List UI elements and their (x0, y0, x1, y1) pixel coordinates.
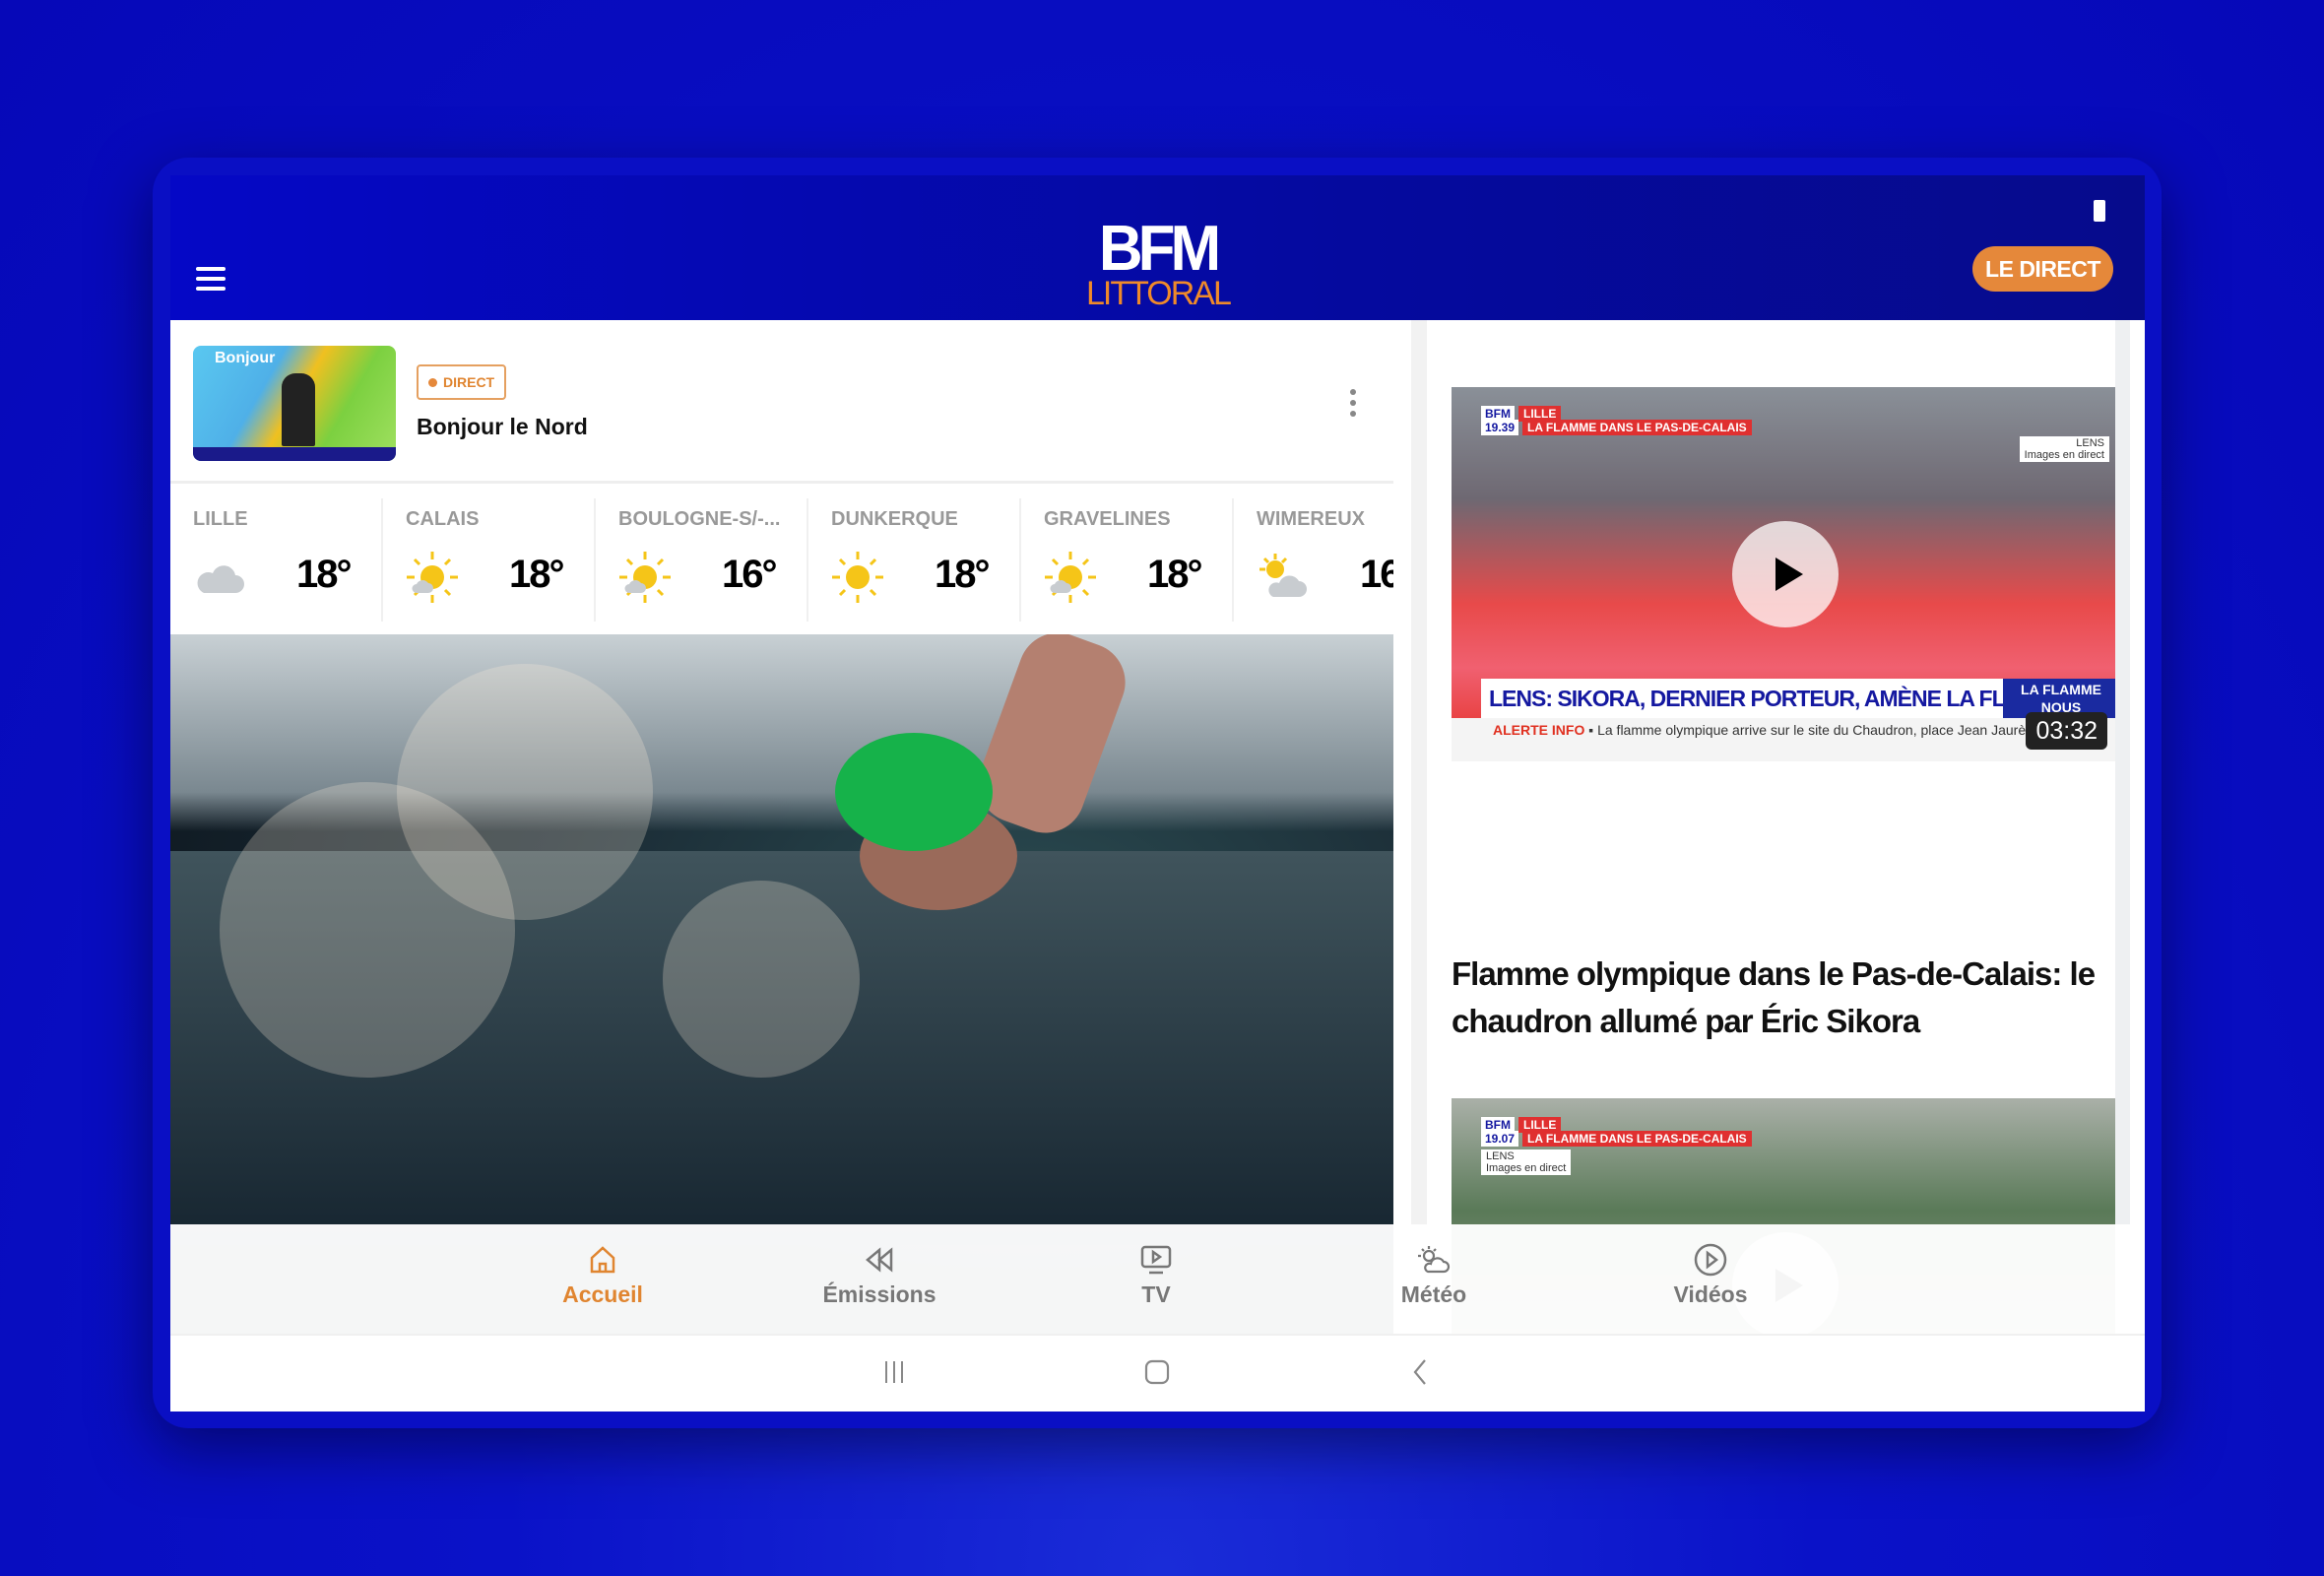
sun-cloud-icon (617, 550, 673, 605)
temperature: 16° (722, 553, 777, 596)
more-options-icon[interactable] (1349, 389, 1357, 417)
weather-city-gravelines[interactable]: GRAVELINES 18° (1021, 498, 1234, 622)
nav-meteo[interactable]: Météo (1365, 1242, 1503, 1308)
direct-badge: DIRECT (417, 364, 507, 400)
nav-videos[interactable]: Vidéos (1642, 1242, 1779, 1308)
play-icon[interactable] (1732, 521, 1839, 627)
live-program-row[interactable]: Bonjour DIRECT Bonjour le Nord (170, 320, 1393, 484)
app-header: BFM LITTORAL LE DIRECT (170, 175, 2145, 320)
weather-city-calais[interactable]: CALAIS 18° (383, 498, 596, 622)
city-name: WIMEREUX (1257, 508, 1365, 530)
rewind-icon (866, 1247, 893, 1273)
tv-play-icon (1140, 1245, 1172, 1275)
sun-icon (830, 550, 885, 605)
city-name: GRAVELINES (1044, 508, 1171, 530)
le-direct-button[interactable]: LE DIRECT (1972, 246, 2113, 292)
cloud-icon (192, 550, 247, 605)
weather-city-boulogne-s-[interactable]: BOULOGNE-S/-... 16° (596, 498, 808, 622)
battery-icon (2094, 200, 2105, 222)
temperature: 18° (935, 553, 990, 596)
temperature: 18° (1147, 553, 1202, 596)
menu-icon[interactable] (196, 267, 226, 291)
app-screen: BFM LITTORAL LE DIRECT Bonjour DIRECT Bo… (170, 175, 2145, 1412)
video-title[interactable]: Flamme olympique dans le Pas-de-Calais: … (1452, 951, 2111, 1045)
temperature: 18° (509, 553, 564, 596)
temperature: 16° (1360, 553, 1393, 596)
system-navigation-bar (170, 1336, 2145, 1412)
weather-strip[interactable]: LILLE 18° CALAIS 18° BOULOGNE-S/-... 16° DUNKE… (170, 487, 1393, 634)
bottom-navigation: Accueil Émissions TV Météo Vidéos (170, 1224, 2145, 1336)
nav-tv[interactable]: TV (1087, 1242, 1225, 1308)
city-name: LILLE (193, 508, 248, 530)
nav-emissions[interactable]: Émissions (810, 1242, 948, 1308)
home-icon (590, 1246, 615, 1274)
sun-cloud-icon (1043, 550, 1098, 605)
temperature: 18° (296, 553, 352, 596)
weather-icon (1418, 1246, 1451, 1274)
city-name: BOULOGNE-S/-... (618, 508, 781, 530)
live-thumbnail[interactable]: Bonjour (193, 346, 396, 461)
weather-city-dunkerque[interactable]: DUNKERQUE 18° (808, 498, 1021, 622)
back-icon[interactable] (1406, 1357, 1436, 1387)
recent-apps-icon[interactable] (879, 1357, 909, 1387)
city-name: DUNKERQUE (831, 508, 958, 530)
video-thumbnail[interactable]: BFM LILLE 19.39 LA FLAMME DANS LE PAS-DE-CA… (1452, 387, 2119, 761)
live-dot-icon (428, 377, 437, 387)
weather-city-wimereux[interactable]: WIMEREUX 16° (1234, 498, 1393, 622)
play-circle-icon (1694, 1243, 1727, 1277)
bfm-littoral-logo[interactable]: BFM LITTORAL (1086, 217, 1232, 311)
video-duration: 03:32 (2026, 712, 2107, 750)
cloud-sun-icon (1256, 550, 1311, 605)
nav-accueil[interactable]: Accueil (534, 1242, 672, 1308)
show-title[interactable]: Bonjour le Nord (417, 414, 588, 440)
weather-city-lille[interactable]: LILLE 18° (170, 498, 383, 622)
home-button-icon[interactable] (1142, 1357, 1172, 1387)
sun-cloud-icon (405, 550, 460, 605)
city-name: CALAIS (406, 508, 480, 530)
